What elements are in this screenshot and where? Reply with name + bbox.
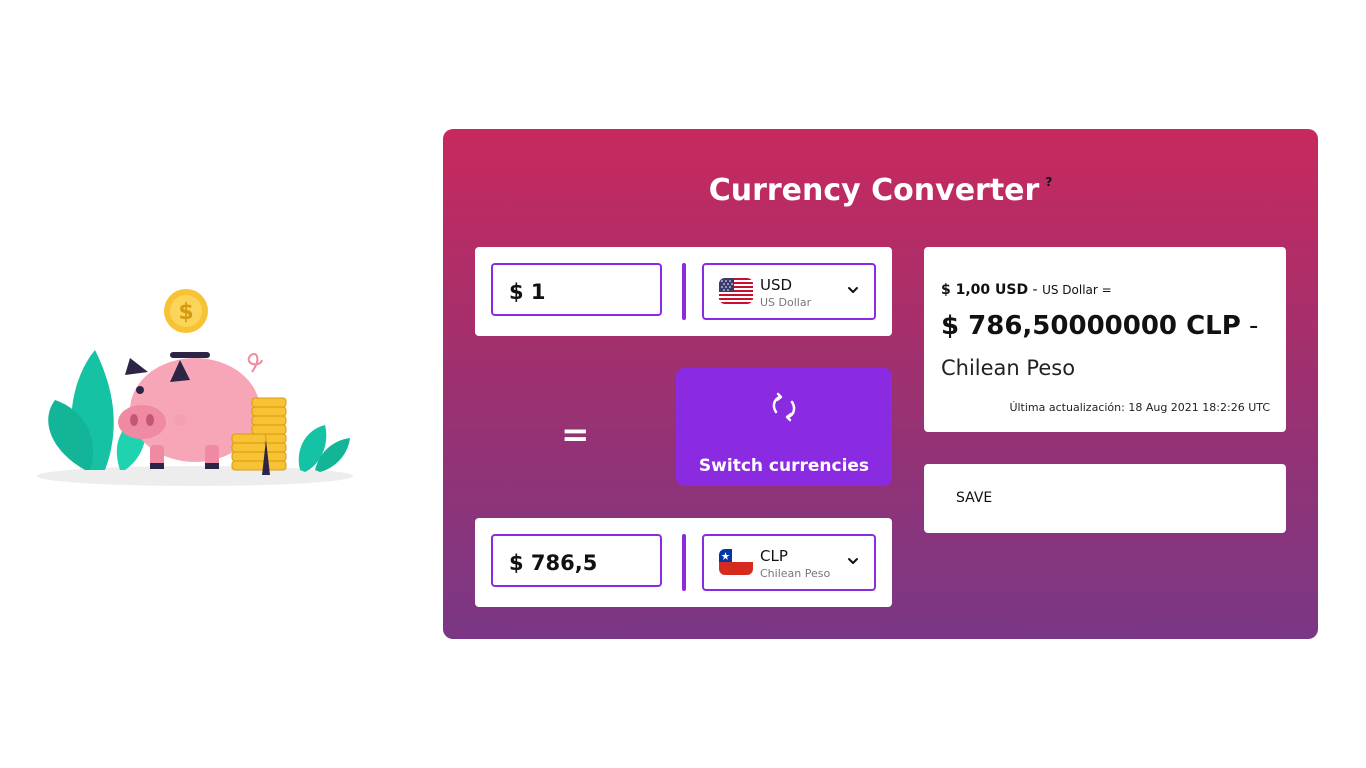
to-currency-code: CLP xyxy=(760,547,788,565)
piggy-bank-illustration: $ xyxy=(30,280,360,500)
result-from-dash: - xyxy=(1028,282,1043,298)
save-button[interactable]: SAVE xyxy=(924,464,1286,533)
result-to-amount: $ 786,50000000 CLP xyxy=(941,311,1241,341)
row-divider xyxy=(682,534,686,591)
chevron-down-icon xyxy=(848,287,858,293)
result-equals: = xyxy=(1097,283,1112,297)
switch-currencies-label: Switch currencies xyxy=(698,456,870,476)
page-title: Currency Converter? xyxy=(443,173,1318,208)
result-from-amount: $ 1,00 USD xyxy=(941,282,1029,298)
result-from-name: US Dollar xyxy=(1042,283,1098,297)
chevron-down-icon xyxy=(848,558,858,564)
to-amount-input[interactable]: $ 786,5 xyxy=(491,534,662,587)
help-tooltip-icon[interactable]: ? xyxy=(1045,175,1052,189)
save-button-label: SAVE xyxy=(956,490,993,506)
from-currency-select[interactable]: USD US Dollar xyxy=(702,263,876,320)
swap-arrows-icon xyxy=(772,392,796,422)
result-from-line: $ 1,00 USD - US Dollar = xyxy=(941,282,1112,298)
converter-panel: Currency Converter? $ 1 USD US Dollar = … xyxy=(443,129,1318,639)
result-to-line: $ 786,50000000 CLP - xyxy=(941,311,1258,341)
title-text: Currency Converter xyxy=(708,173,1040,208)
result-to-dash: - xyxy=(1240,311,1259,341)
last-updated-text: Última actualización: 18 Aug 2021 18:2:2… xyxy=(1009,401,1270,414)
equals-sign: = xyxy=(561,415,590,455)
svg-text:$: $ xyxy=(178,300,193,325)
to-currency-name: Chilean Peso xyxy=(760,567,831,580)
conversion-result-card: $ 1,00 USD - US Dollar = $ 786,50000000 … xyxy=(924,247,1286,432)
chile-flag-icon xyxy=(719,549,753,575)
from-amount-input[interactable]: $ 1 xyxy=(491,263,662,316)
result-to-name: Chilean Peso xyxy=(941,356,1076,380)
row-divider xyxy=(682,263,686,320)
from-currency-name: US Dollar xyxy=(760,296,812,309)
switch-currencies-button[interactable]: Switch currencies xyxy=(676,368,892,486)
from-currency-code: USD xyxy=(760,276,793,294)
to-currency-row: $ 786,5 CLP Chilean Peso xyxy=(475,518,892,607)
to-currency-select[interactable]: CLP Chilean Peso xyxy=(702,534,876,591)
us-flag-icon xyxy=(719,278,753,304)
from-currency-row: $ 1 USD US Dollar xyxy=(475,247,892,336)
